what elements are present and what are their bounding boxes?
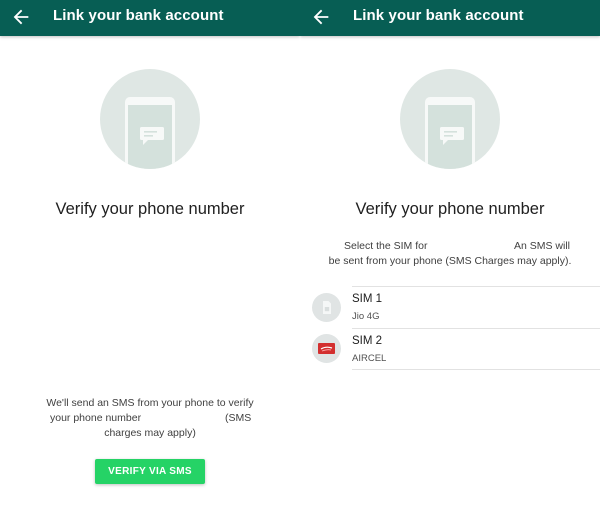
page-heading: Verify your phone number <box>55 200 245 218</box>
sms-info-line: We'll send an SMS from your phone to ver… <box>46 397 254 409</box>
sim-prompt-line: An SMS will <box>514 240 571 252</box>
sim-name: SIM 2 <box>352 335 383 347</box>
sim-name: SIM 1 <box>352 293 383 305</box>
sim-card-icon <box>312 293 341 322</box>
app-bar-title: Link your bank account <box>353 7 524 24</box>
app-bar: Link your bank account <box>300 0 600 36</box>
divider <box>352 369 600 370</box>
right-screen: Link your bank account Verify your phone… <box>300 0 600 510</box>
phone-message-illustration <box>100 69 200 169</box>
sim-prompt-line: be sent from your phone (SMS Charges may… <box>328 255 572 267</box>
sms-info-line: (SMS <box>225 412 252 424</box>
arrow-back-icon[interactable] <box>10 6 32 28</box>
sms-info-line: charges may apply) <box>104 427 196 439</box>
sim-carrier: AIRCEL <box>352 353 387 364</box>
sim-option-1[interactable]: SIM 1 Jio 4G <box>300 287 600 328</box>
app-bar: Link your bank account <box>0 0 300 36</box>
sim-carrier: Jio 4G <box>352 311 380 322</box>
sms-info-line: your phone number <box>50 412 142 424</box>
phone-message-illustration <box>400 69 500 169</box>
verify-via-sms-button[interactable]: VERIFY VIA SMS <box>95 459 205 484</box>
page-heading: Verify your phone number <box>355 200 545 218</box>
sim-option-2[interactable]: SIM 2 AIRCEL <box>300 329 600 370</box>
sim-prompt-line: Select the SIM for <box>344 240 428 252</box>
aircel-sim-icon <box>312 334 341 363</box>
app-bar-title: Link your bank account <box>53 7 224 24</box>
left-screen: Link your bank account Verify your phone… <box>0 0 300 510</box>
arrow-back-icon[interactable] <box>310 6 332 28</box>
